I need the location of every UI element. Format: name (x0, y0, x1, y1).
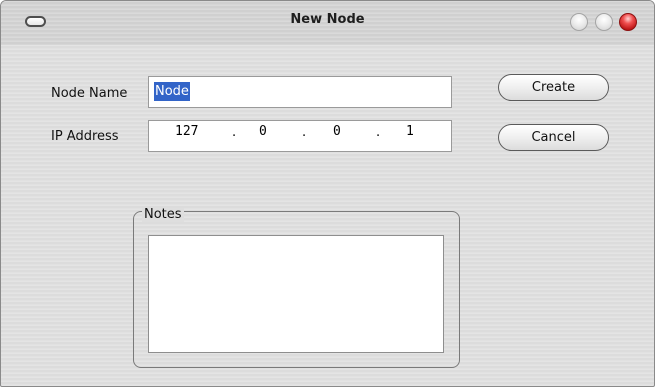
close-button[interactable] (619, 13, 637, 31)
ip-octet-4[interactable]: 1 (406, 124, 414, 139)
minimize-button[interactable] (570, 13, 588, 31)
ip-octet-2[interactable]: 0 (259, 124, 267, 139)
node-name-label: Node Name (51, 86, 128, 101)
new-node-dialog: New Node Node Name Node IP Address 127 .… (0, 0, 655, 387)
ip-separator: . (376, 125, 381, 140)
notes-group-label: Notes (142, 207, 184, 222)
cancel-button[interactable]: Cancel (498, 124, 609, 151)
window-title: New Node (290, 12, 365, 27)
ip-address-label: IP Address (51, 129, 119, 144)
ip-octet-1[interactable]: 127 (175, 124, 198, 139)
zoom-button[interactable] (595, 13, 613, 31)
create-button[interactable]: Create (498, 74, 609, 101)
ip-address-field[interactable]: 127 . 0 . 0 . 1 (148, 120, 452, 152)
node-name-field[interactable]: Node (148, 76, 452, 108)
title-bar[interactable]: New Node (1, 1, 654, 45)
ip-separator: . (302, 125, 307, 140)
ip-separator: . (232, 125, 237, 140)
ip-octet-3[interactable]: 0 (333, 124, 341, 139)
notes-textarea[interactable] (148, 235, 444, 353)
node-name-input[interactable]: Node (154, 82, 190, 101)
